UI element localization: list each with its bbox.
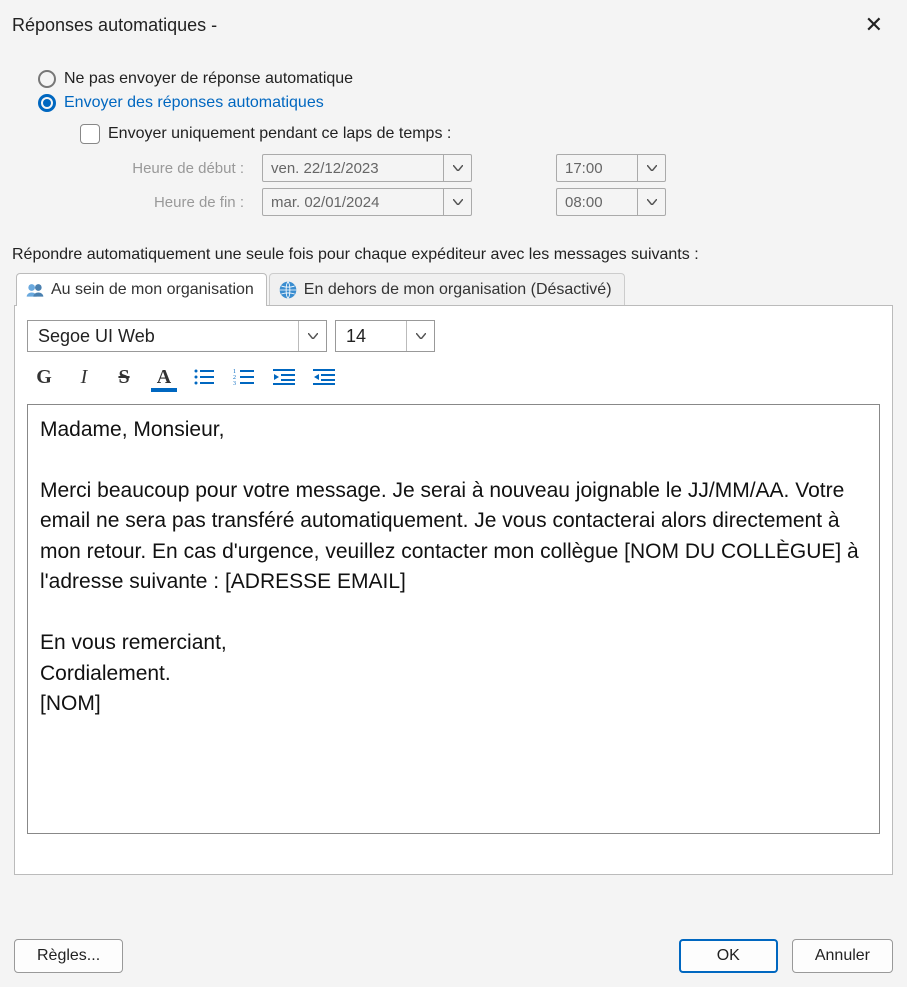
numbered-list-icon[interactable]: 123	[231, 364, 257, 390]
font-size-value: 14	[336, 321, 406, 351]
cancel-button[interactable]: Annuler	[792, 939, 893, 973]
time-range-grid: Heure de début : ven. 22/12/2023 17:00 H…	[80, 154, 897, 216]
start-time-row: Heure de début : ven. 22/12/2023 17:00	[80, 154, 897, 182]
end-date-value: mar. 02/01/2024	[263, 189, 443, 215]
font-family-value: Segoe UI Web	[28, 321, 298, 351]
italic-button[interactable]: I	[71, 364, 97, 390]
font-family-select[interactable]: Segoe UI Web	[27, 320, 327, 352]
tab-outside-label: En dehors de mon organisation (Désactivé…	[304, 281, 612, 299]
radio-send-label: Envoyer des réponses automatiques	[64, 94, 324, 112]
font-toolbar-row2: G I S A 123	[27, 364, 880, 390]
window-title: Réponses automatiques -	[12, 15, 217, 36]
chevron-down-icon[interactable]	[298, 321, 326, 351]
chevron-down-icon[interactable]	[637, 155, 665, 181]
globe-icon	[278, 280, 298, 300]
chevron-down-icon[interactable]	[443, 155, 471, 181]
indent-icon[interactable]	[311, 364, 337, 390]
end-label: Heure de fin :	[80, 194, 250, 211]
dialog-footer: Règles... OK Annuler	[0, 939, 907, 973]
outdent-icon[interactable]	[271, 364, 297, 390]
ok-button[interactable]: OK	[679, 939, 778, 973]
checkbox-only-during-label: Envoyer uniquement pendant ce laps de te…	[108, 125, 451, 143]
svg-text:3: 3	[233, 381, 236, 386]
radio-icon	[38, 70, 56, 88]
start-date-combo[interactable]: ven. 22/12/2023	[262, 154, 472, 182]
radio-no-send[interactable]: Ne pas envoyer de réponse automatique	[38, 70, 897, 88]
close-icon[interactable]: ✕	[857, 10, 891, 40]
radio-icon	[38, 94, 56, 112]
radio-send[interactable]: Envoyer des réponses automatiques	[38, 94, 897, 112]
dialog-content: Ne pas envoyer de réponse automatique En…	[0, 44, 907, 875]
checkbox-icon	[80, 124, 100, 144]
rules-button[interactable]: Règles...	[14, 939, 123, 973]
start-label: Heure de début :	[80, 160, 250, 177]
tab-strip: Au sein de mon organisation En dehors de…	[10, 272, 897, 305]
titlebar: Réponses automatiques - ✕	[0, 0, 907, 44]
underline-button[interactable]: S	[111, 364, 137, 390]
chevron-down-icon[interactable]	[443, 189, 471, 215]
end-date-combo[interactable]: mar. 02/01/2024	[262, 188, 472, 216]
tab-inside-org[interactable]: Au sein de mon organisation	[16, 273, 267, 306]
autoreply-dialog: Réponses automatiques - ✕ Ne pas envoyer…	[0, 0, 907, 987]
tab-panel: Segoe UI Web 14 G I S A 123	[14, 305, 893, 875]
end-time-combo[interactable]: 08:00	[556, 188, 666, 216]
bold-button[interactable]: G	[31, 364, 57, 390]
tab-inside-label: Au sein de mon organisation	[51, 281, 254, 299]
bullet-list-icon[interactable]	[191, 364, 217, 390]
checkbox-only-during[interactable]: Envoyer uniquement pendant ce laps de te…	[80, 124, 897, 144]
chevron-down-icon[interactable]	[406, 321, 434, 351]
tab-outside-org[interactable]: En dehors de mon organisation (Désactivé…	[269, 273, 625, 306]
end-time-row: Heure de fin : mar. 02/01/2024 08:00	[80, 188, 897, 216]
start-time-combo[interactable]: 17:00	[556, 154, 666, 182]
font-toolbar-row1: Segoe UI Web 14	[27, 320, 880, 352]
font-color-button[interactable]: A	[151, 364, 177, 390]
chevron-down-icon[interactable]	[637, 189, 665, 215]
font-size-select[interactable]: 14	[335, 320, 435, 352]
instruction-text: Répondre automatiquement une seule fois …	[10, 246, 897, 264]
start-time-value: 17:00	[557, 155, 637, 181]
radio-no-send-label: Ne pas envoyer de réponse automatique	[64, 70, 353, 88]
message-editor[interactable]: Madame, Monsieur, Merci beaucoup pour vo…	[27, 404, 880, 834]
end-time-value: 08:00	[557, 189, 637, 215]
people-icon	[25, 280, 45, 300]
start-date-value: ven. 22/12/2023	[263, 155, 443, 181]
